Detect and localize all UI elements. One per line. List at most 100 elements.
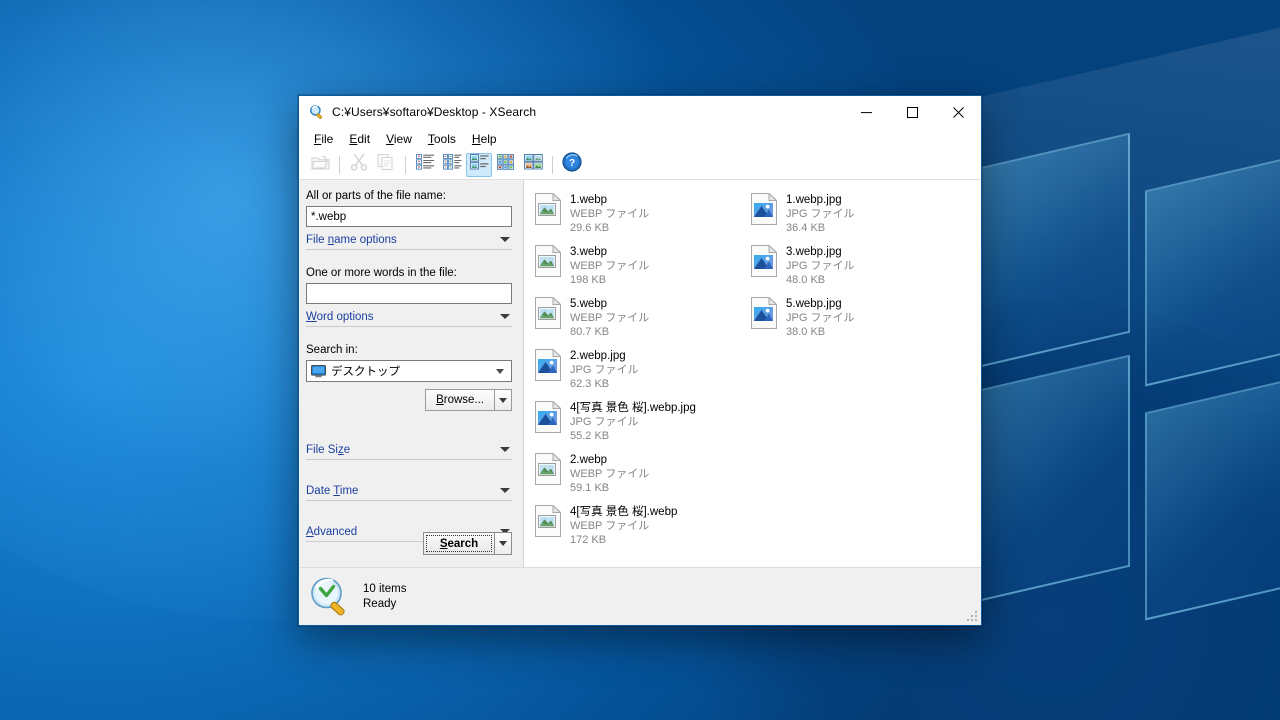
result-item-type: JPG ファイル (786, 208, 855, 220)
result-item-size: 80.7 KB (570, 326, 610, 338)
result-item-size: 198 KB (570, 274, 607, 286)
cut-button[interactable] (346, 153, 372, 177)
toolbar-separator-2 (405, 155, 406, 174)
browse-button[interactable]: Browse... (425, 389, 495, 411)
jpg-picture-file-icon (751, 296, 778, 329)
result-item-name: 5.webp.jpg (786, 298, 842, 310)
result-item-meta: 5.webp.jpg JPG ファイル 38.0 KB (786, 296, 854, 339)
desktop-background: C:¥Users¥softaro¥Desktop - XSearch File … (0, 0, 1280, 720)
wallpaper-pane-1 (980, 132, 1130, 368)
search-button[interactable]: Search (423, 532, 495, 555)
window-controls (843, 96, 981, 128)
result-item[interactable]: 3.webp.jpg JPG ファイル 48.0 KB (746, 241, 962, 293)
search-panel: All or parts of the file name: File name… (299, 180, 524, 567)
search-dropdown-button[interactable] (495, 532, 512, 555)
result-item-size: 59.1 KB (570, 482, 610, 494)
view-details-button[interactable] (439, 153, 465, 177)
title-bar[interactable]: C:¥Users¥softaro¥Desktop - XSearch (299, 96, 981, 128)
file-name-options-before: File (306, 233, 328, 246)
focus-ring (426, 535, 492, 552)
search-result-magnifier-icon (309, 576, 351, 618)
result-item-size: 172 KB (570, 534, 607, 546)
browse-rest: rowse... (443, 394, 484, 406)
result-item[interactable]: 5.webp.jpg JPG ファイル 38.0 KB (746, 293, 962, 345)
result-item[interactable]: 3.webp WEBP ファイル 198 KB (530, 241, 746, 293)
view-list-icon (415, 154, 435, 175)
word-options-label: Word options (306, 311, 374, 323)
minimize-button[interactable] (843, 96, 889, 128)
file-name-options-expander[interactable]: File name options (306, 230, 512, 250)
close-button[interactable] (935, 96, 981, 128)
result-item-type: WEBP ファイル (570, 312, 650, 324)
chevron-down-icon (499, 541, 507, 546)
webp-photo-file-icon (535, 296, 562, 329)
resize-grip[interactable] (965, 609, 977, 621)
browse-accel: B (436, 394, 444, 406)
menu-view-rest: iew (393, 131, 412, 146)
words-input[interactable] (306, 283, 512, 304)
webp-photo-file-icon (535, 192, 562, 225)
help-button[interactable]: ? (559, 152, 585, 177)
result-item-size: 62.3 KB (570, 378, 610, 390)
jpg-picture-file-icon (751, 192, 778, 225)
file-size-after: e (343, 443, 351, 456)
result-item[interactable]: 4[写真 景色 桜].webp.jpg JPG ファイル 55.2 KB (530, 397, 746, 449)
result-item-meta: 1.webp.jpg JPG ファイル 36.4 KB (786, 192, 854, 235)
result-item[interactable]: 5.webp WEBP ファイル 80.7 KB (530, 293, 746, 345)
result-item-type: WEBP ファイル (570, 520, 650, 532)
results-list[interactable]: 1.webp WEBP ファイル 29.6 KB 3.webp WEBP ファイル 19… (524, 180, 981, 567)
status-count: 10 items (363, 582, 407, 595)
status-bar: 10 items Ready (299, 567, 981, 625)
search-in-combobox[interactable]: デスクトップ (306, 360, 512, 382)
result-item-type: WEBP ファイル (570, 260, 650, 272)
word-options-expander[interactable]: Word options (306, 307, 512, 327)
copy-button[interactable] (373, 153, 399, 177)
result-item[interactable]: 2.webp WEBP ファイル 59.1 KB (530, 449, 746, 501)
file-size-expander[interactable]: File Size (306, 440, 512, 460)
menu-item-file[interactable]: File (306, 130, 341, 149)
result-item-name: 5.webp (570, 298, 608, 310)
result-item-name: 4[写真 景色 桜].webp.jpg (570, 402, 696, 414)
result-item-meta: 5.webp WEBP ファイル 80.7 KB (570, 296, 649, 339)
result-item-meta: 4[写真 景色 桜].webp.jpg JPG ファイル 55.2 KB (570, 400, 696, 443)
webp-photo-file-icon (535, 504, 562, 537)
result-item-name: 2.webp.jpg (570, 350, 626, 362)
view-list-button[interactable] (412, 153, 438, 177)
result-item[interactable]: 2.webp.jpg JPG ファイル 62.3 KB (530, 345, 746, 397)
cut-icon (350, 153, 368, 176)
view-small-icons-icon (497, 154, 515, 175)
filename-input[interactable] (306, 206, 512, 227)
chevron-down-icon (500, 447, 510, 452)
chevron-down-icon (500, 488, 510, 493)
date-time-before: Date (306, 484, 334, 497)
wallpaper-pane-3 (980, 354, 1130, 602)
view-large-icons-button[interactable] (520, 153, 546, 177)
menu-file-rest: ile (321, 131, 334, 146)
menu-edit-rest: dit (357, 131, 371, 146)
wallpaper-pane-4 (1145, 375, 1280, 621)
view-tiles-button[interactable] (466, 152, 492, 177)
date-time-expander[interactable]: Date Time (306, 481, 512, 501)
view-small-icons-button[interactable] (493, 153, 519, 177)
menu-item-view[interactable]: View (378, 130, 420, 149)
maximize-button[interactable] (889, 96, 935, 128)
menu-item-edit[interactable]: Edit (341, 130, 378, 149)
result-item[interactable]: 4[写真 景色 桜].webp WEBP ファイル 172 KB (530, 501, 746, 553)
open-folder-icon (310, 154, 330, 176)
file-name-options-label: File name options (306, 234, 397, 246)
result-item-type: JPG ファイル (570, 364, 639, 376)
wallpaper-sheen (930, 11, 1280, 720)
menu-item-help[interactable]: Help (464, 130, 505, 149)
chevron-down-icon (499, 397, 507, 403)
result-item[interactable]: 1.webp.jpg JPG ファイル 36.4 KB (746, 189, 962, 241)
browse-dropdown-button[interactable] (495, 389, 512, 411)
jpg-picture-file-icon (535, 400, 562, 433)
status-text: 10 items Ready (363, 582, 406, 612)
open-folder-button[interactable] (307, 153, 333, 177)
menu-bar: File Edit View Tools Help (299, 128, 981, 150)
menu-help-accel: H (471, 131, 481, 146)
menu-item-tools[interactable]: Tools (420, 130, 464, 149)
result-item-meta: 4[写真 景色 桜].webp WEBP ファイル 172 KB (570, 504, 677, 547)
browse-row: Browse... (306, 389, 512, 411)
result-item[interactable]: 1.webp WEBP ファイル 29.6 KB (530, 189, 746, 241)
